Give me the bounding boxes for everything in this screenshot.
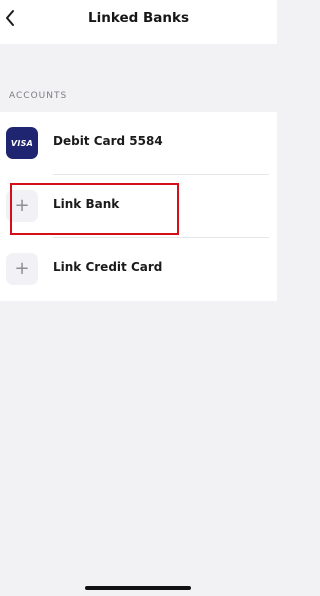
list-item-label: Debit Card 5584: [53, 134, 163, 148]
link-credit-card-button[interactable]: + Link Credit Card: [0, 238, 277, 301]
home-indicator[interactable]: [85, 586, 191, 590]
section-label-accounts: ACCOUNTS: [9, 91, 68, 101]
list-item-label: Link Credit Card: [53, 260, 163, 274]
list-item-debit-card[interactable]: VISA Debit Card 5584: [0, 112, 277, 175]
nav-header: Linked Banks: [0, 0, 277, 44]
page-title: Linked Banks: [88, 10, 189, 26]
visa-card-icon: VISA: [6, 127, 38, 159]
highlight-box: [10, 183, 179, 235]
visa-logo-text: VISA: [10, 138, 34, 148]
plus-icon: +: [6, 253, 38, 285]
